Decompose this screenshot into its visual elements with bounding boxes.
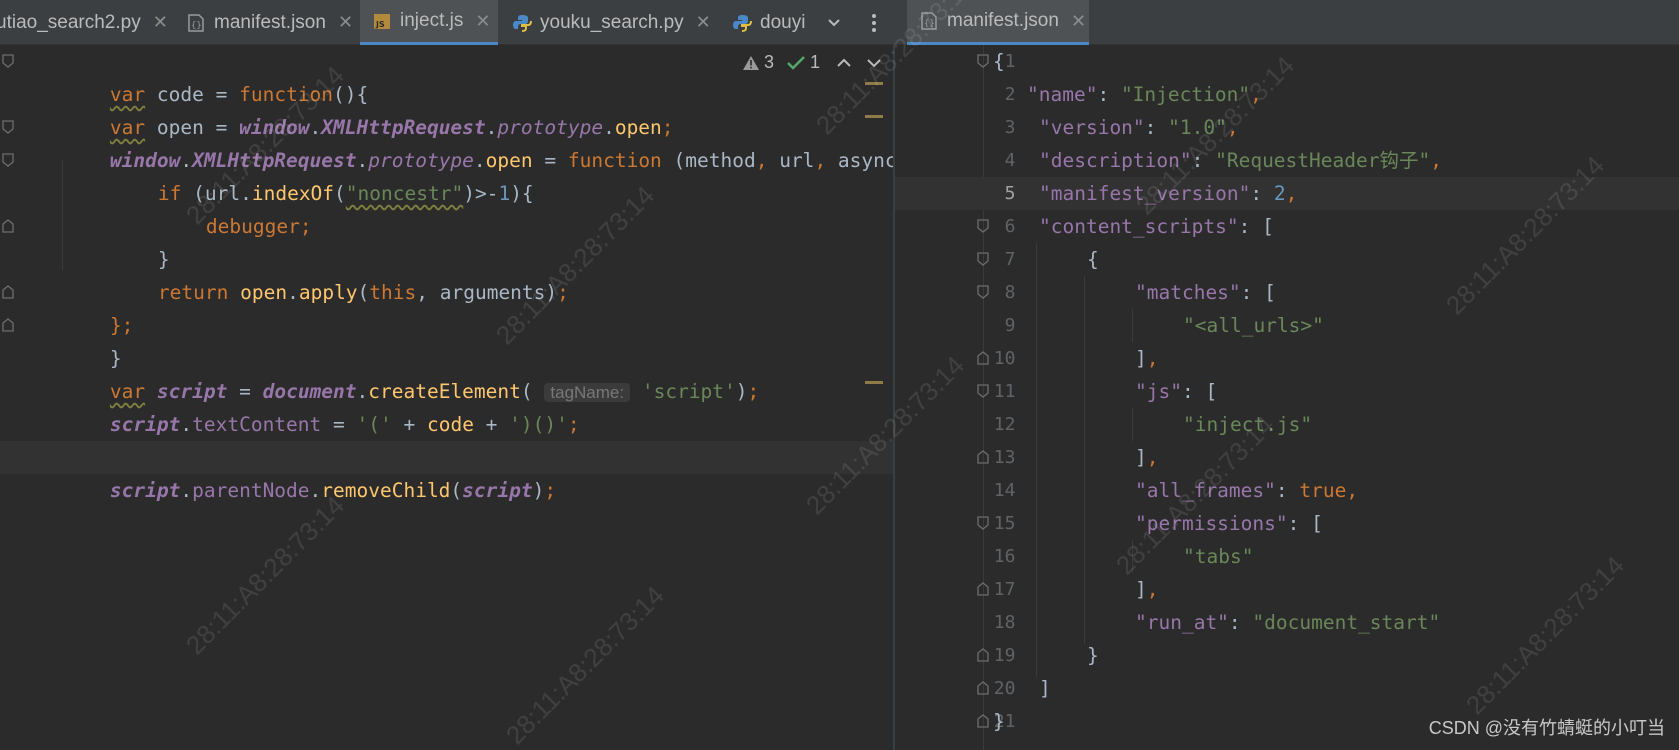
json-line-17: 17 ], [895, 573, 1679, 606]
fold-icon[interactable] [977, 54, 989, 68]
more-options-icon[interactable] [860, 0, 888, 45]
svg-text:{}: {} [191, 21, 202, 31]
tab-label: douyi [760, 11, 806, 33]
ok-count: 1 [810, 52, 821, 72]
js-code-editor[interactable]: var code = function(){ var open = window… [0, 45, 893, 750]
json-file-icon: {} [919, 11, 939, 31]
python-file-icon [732, 13, 752, 33]
fold-icon[interactable] [2, 120, 14, 134]
right-tab-bar: {} manifest.json ✕ [895, 0, 1679, 45]
code-line-11: script.textContent = '(' + code + ')()'; [109, 413, 580, 436]
warning-stripe-mark[interactable] [865, 82, 883, 85]
fold-icon[interactable] [2, 285, 14, 299]
svg-text:JS: JS [375, 20, 385, 29]
code-line-8: }; [0, 276, 893, 337]
tab-manifest-json-right[interactable]: {} manifest.json ✕ [907, 0, 1089, 45]
left-tab-bar: utiao_search2.py ✕ {} manifest.json ✕ JS… [0, 0, 893, 45]
tab-douyi[interactable]: douyi [732, 0, 805, 45]
close-icon[interactable]: ✕ [475, 11, 490, 32]
warning-stripe-mark[interactable] [865, 115, 883, 118]
json-line-1: 1 { [895, 45, 1679, 78]
json-line-11: 11 "js": [ [895, 375, 1679, 408]
json-line-18: 18 "run_at": "document_start" [993, 611, 1441, 634]
json-line-2: 2 "name": "Injection", [1004, 83, 1262, 106]
warning-count: 3 [764, 52, 775, 72]
tab-label: manifest.json [947, 10, 1059, 31]
json-line-6: 6 "content_scripts": [ [895, 210, 1679, 243]
code-line-10: var script = document.createElement( tag… [109, 380, 760, 403]
json-line-5: 5 "manifest_version": 2, [895, 177, 1679, 210]
close-icon[interactable]: ✕ [153, 12, 168, 33]
tab-label: youku_search.py [540, 11, 684, 33]
json-line-8: 8 "matches": [ [895, 276, 1679, 309]
python-file-icon [512, 13, 532, 33]
fold-icon[interactable] [977, 450, 989, 464]
tab-utiao-search2[interactable]: utiao_search2.py ✕ [0, 0, 168, 45]
close-icon[interactable]: ✕ [1071, 11, 1086, 32]
code-line-3: window.XMLHttpRequest.prototype.open = f… [0, 111, 893, 172]
tab-label: utiao_search2.py [0, 11, 141, 33]
json-code-editor[interactable]: 1 { 2 "name": "Injection", 3 "version": … [895, 45, 1679, 750]
json-line-3: 3 "version": "1.0", [1004, 116, 1239, 139]
right-editor-pane: {} manifest.json ✕ 1 { 2 "name": "Inject… [895, 0, 1679, 750]
json-line-15: 15 "permissions": [ [895, 507, 1679, 540]
chevron-down-icon[interactable] [818, 0, 850, 45]
fold-icon[interactable] [977, 285, 989, 299]
left-editor-pane: utiao_search2.py ✕ {} manifest.json ✕ JS… [0, 0, 893, 750]
tab-youku-search[interactable]: youku_search.py ✕ [512, 0, 711, 45]
csdn-credit: CSDN @没有竹蜻蜓的小叮当 [1428, 718, 1665, 738]
json-line-20: 20 ] [895, 672, 1679, 705]
tab-manifest-json-left[interactable]: {} manifest.json ✕ [184, 0, 353, 45]
code-line-13: script.parentNode.removeChild(script); [0, 441, 893, 502]
fold-icon[interactable] [2, 318, 14, 332]
fold-icon[interactable] [977, 351, 989, 365]
fold-icon[interactable] [977, 516, 989, 530]
warning-icon [742, 55, 760, 71]
close-icon[interactable]: ✕ [338, 12, 353, 33]
json-file-icon: {} [186, 13, 206, 33]
warning-stripe-mark[interactable] [865, 381, 883, 384]
code-line-5: debugger; [205, 215, 312, 238]
fold-icon[interactable] [977, 681, 989, 695]
code-line-7: return open.apply(this, arguments); [157, 281, 569, 304]
fold-icon[interactable] [2, 153, 14, 167]
json-line-16: 16 "tabs" [993, 545, 1254, 568]
checkmark-icon [786, 55, 806, 71]
chevron-up-icon[interactable] [836, 57, 852, 69]
code-line-6: } [0, 210, 893, 271]
code-line-4: if (url.indexOf("noncestr")>-1){ [0, 144, 893, 205]
fold-icon[interactable] [977, 714, 989, 728]
json-line-19: 19 } [895, 639, 1679, 672]
fold-icon[interactable] [2, 219, 14, 233]
fold-icon[interactable] [977, 648, 989, 662]
json-line-10: 10 ], [895, 342, 1679, 375]
fold-icon[interactable] [977, 219, 989, 233]
fold-icon[interactable] [977, 384, 989, 398]
json-line-4: 4 "description": "RequestHeader钩子", [1004, 149, 1442, 172]
tab-inject-js[interactable]: JS inject.js ✕ [360, 0, 498, 45]
fold-icon[interactable] [977, 252, 989, 266]
tab-label: manifest.json [214, 11, 326, 33]
json-line-14: 14 "all_frames": true, [993, 479, 1359, 502]
json-line-13: 13 ], [895, 441, 1679, 474]
js-file-icon: JS [372, 11, 392, 31]
code-line-2: var open = window.XMLHttpRequest.prototy… [109, 116, 674, 139]
json-line-7: 7 { [895, 243, 1679, 276]
json-line-12: 12 "inject.js" [993, 413, 1313, 436]
fold-icon[interactable] [977, 582, 989, 596]
tab-label: inject.js [400, 10, 464, 31]
close-icon[interactable]: ✕ [696, 12, 711, 33]
inspection-widget[interactable]: 3 1 [742, 52, 882, 73]
svg-text:{}: {} [924, 19, 935, 29]
json-line-9: 9 "<all_urls>" [1004, 314, 1324, 337]
code-line-9: } [0, 309, 893, 370]
code-line-12: (document.head||document.documentElement… [0, 408, 893, 469]
chevron-down-icon[interactable] [866, 57, 882, 69]
